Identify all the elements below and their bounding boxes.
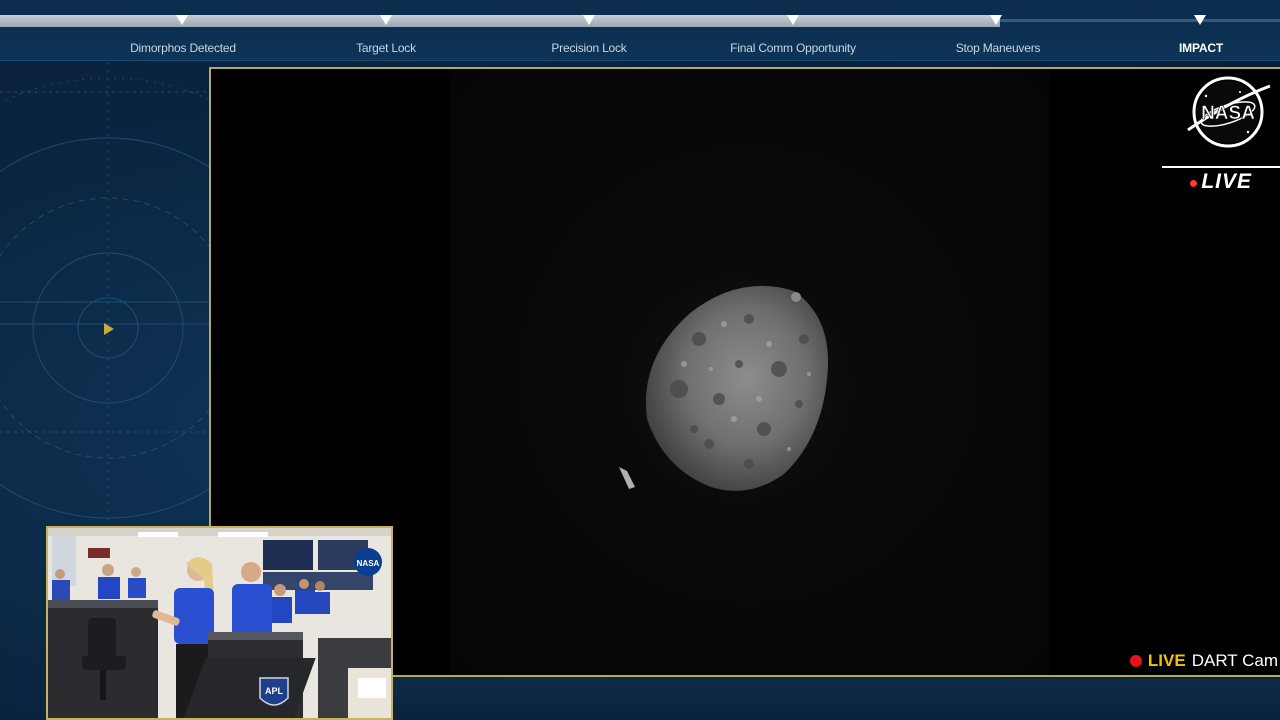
broadcast-stage: Dimorphos Detected Target Lock Precision… — [0, 0, 1280, 720]
milestone-final-comm-opportunity: Final Comm Opportunity — [730, 41, 856, 55]
hud-radar-decoration — [0, 62, 210, 532]
timeline-remaining-track — [1000, 19, 1280, 22]
camera-source-tag: LIVE DART Cam — [1129, 648, 1278, 674]
camera-image-area — [449, 69, 1049, 675]
live-dot-icon: ● — [1188, 175, 1200, 192]
hud-pointer-icon — [104, 323, 114, 335]
camera-name-label: DART Cam — [1191, 651, 1278, 670]
milestone-precision-lock: Precision Lock — [551, 41, 627, 55]
milestone-target-lock: Target Lock — [356, 41, 416, 55]
timeline-marker-icon — [176, 15, 188, 25]
recording-dot-icon — [1129, 655, 1142, 667]
milestone-dimorphos-detected: Dimorphos Detected — [130, 41, 236, 55]
timeline-marker-icon — [583, 15, 595, 25]
mission-timeline: Dimorphos Detected Target Lock Precision… — [0, 0, 1280, 61]
timeline-marker-icon — [380, 15, 392, 25]
timeline-marker-icon — [990, 15, 1002, 25]
svg-text:NASA: NASA — [357, 559, 380, 568]
svg-text:NASA: NASA — [1201, 103, 1255, 124]
svg-text:APL: APL — [265, 686, 284, 696]
mission-control-pip-video: NASA APL — [46, 526, 393, 720]
milestone-impact: IMPACT — [1179, 41, 1223, 55]
milestone-stop-maneuvers: Stop Maneuvers — [955, 41, 1041, 55]
nasa-meatball-icon: NASA — [1178, 72, 1274, 156]
timeline-marker-icon — [787, 15, 799, 25]
camera-live-label: LIVE — [1147, 651, 1186, 670]
live-badge-label: LIVE — [1201, 170, 1252, 193]
live-broadcast-badge: ●LIVE — [1162, 166, 1280, 194]
timeline-marker-icon — [1194, 15, 1206, 25]
asteroid-dimorphos-image — [559, 209, 919, 569]
timeline-progress-track — [0, 15, 1000, 27]
lower-frame-strip — [392, 679, 1280, 720]
